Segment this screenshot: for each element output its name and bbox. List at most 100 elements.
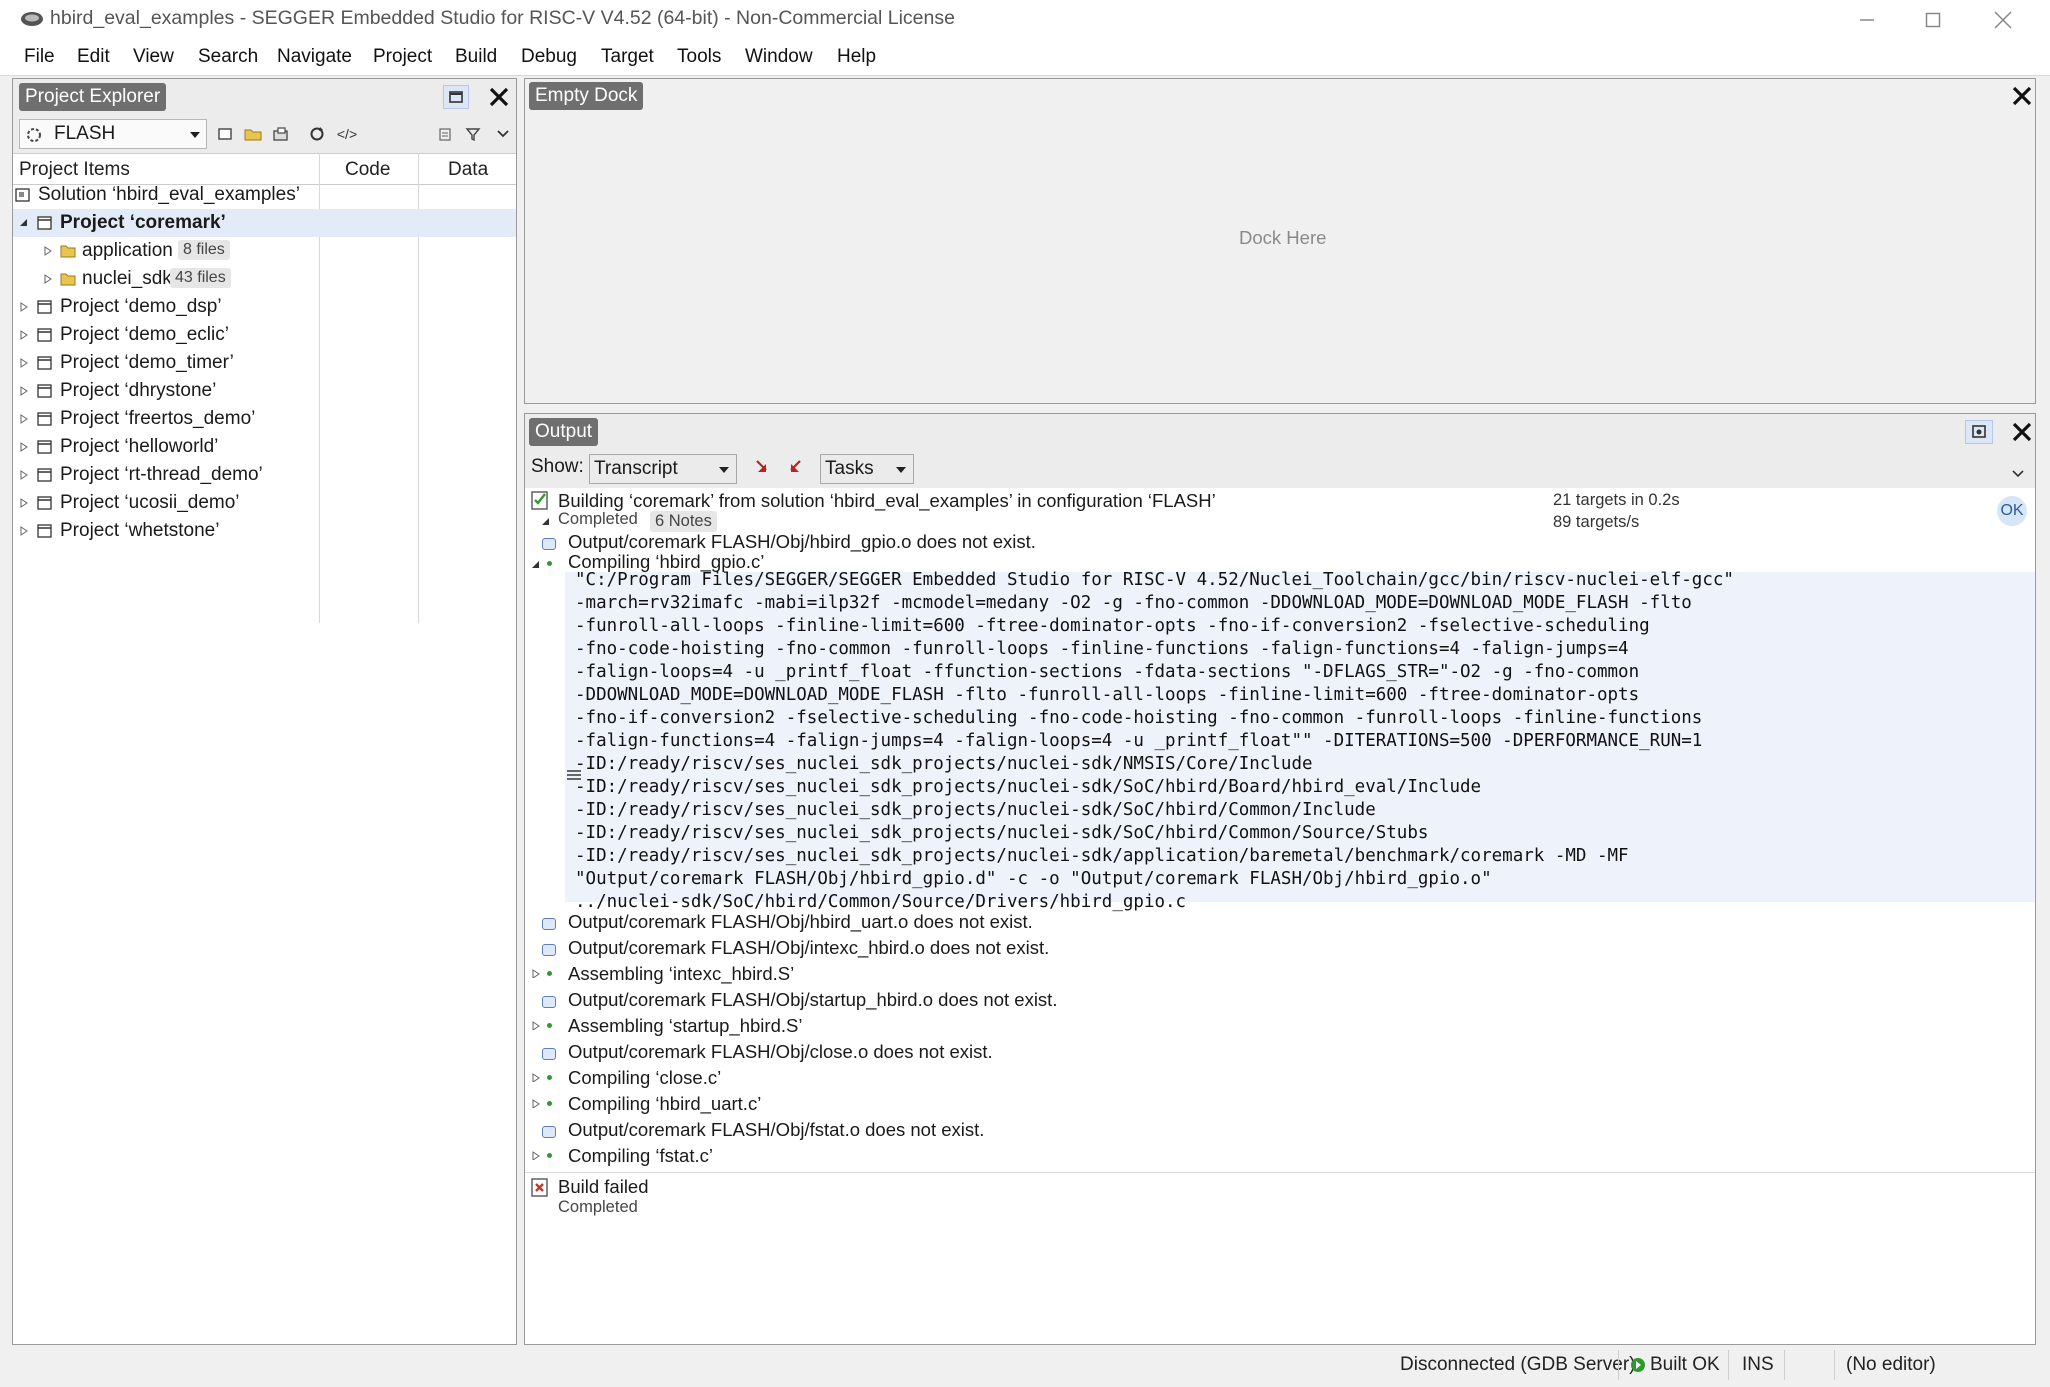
show-select[interactable]: Transcript xyxy=(589,454,737,484)
show-label: Show: xyxy=(531,456,584,477)
menu-bar: File Edit View Search Navigate Project B… xyxy=(0,40,2050,76)
transcript[interactable]: Building ‘coremark’ from solution ‘hbird… xyxy=(525,488,2035,1344)
step-message[interactable]: Assembling ‘startup_hbird.S’ xyxy=(568,1015,802,1037)
close-output-button[interactable] xyxy=(2012,422,2034,444)
previous-error-button[interactable] xyxy=(754,458,776,480)
output-panel: Output Show: Transcript Tasks Building ‘… xyxy=(524,413,2036,1345)
tree-row-project[interactable]: Project ‘dhrystone’ xyxy=(13,377,516,405)
maximize-button[interactable] xyxy=(1898,0,1968,40)
output-options-button[interactable] xyxy=(2011,462,2027,478)
project-label: Project ‘demo_dsp’ xyxy=(60,296,222,317)
menu-view[interactable]: View xyxy=(133,46,174,68)
build-status[interactable]: Built OK xyxy=(1650,1354,1720,1376)
tree-row-project[interactable]: Project ‘helloworld’ xyxy=(13,433,516,461)
step-status-icon xyxy=(547,1153,552,1158)
close-icon xyxy=(2012,422,2032,442)
step-message[interactable]: Assembling ‘intexc_hbird.S’ xyxy=(568,963,794,985)
column-code[interactable]: Code xyxy=(345,159,390,181)
window-icon xyxy=(449,91,463,103)
step-message[interactable]: Compiling ‘fstat.c’ xyxy=(568,1145,713,1167)
output-pin-button[interactable] xyxy=(1965,420,1993,444)
next-error-button[interactable] xyxy=(781,458,803,480)
step-message[interactable]: Compiling ‘close.c’ xyxy=(568,1067,721,1089)
step-status-icon xyxy=(547,1075,552,1080)
menu-project[interactable]: Project xyxy=(373,46,432,68)
output-title[interactable]: Output xyxy=(529,418,599,446)
refresh-button[interactable] xyxy=(305,122,329,146)
tree-row-project[interactable]: Project ‘freertos_demo’ xyxy=(13,405,516,433)
properties-icon xyxy=(439,128,451,141)
close-icon xyxy=(1994,11,2012,29)
note-message[interactable]: Output/coremark FLASH/Obj/hbird_gpio.o d… xyxy=(568,531,1036,553)
add-existing-icon xyxy=(273,127,288,141)
tree-row-project[interactable]: Project ‘ucosii_demo’ xyxy=(13,489,516,517)
menu-window[interactable]: Window xyxy=(745,46,813,68)
menu-edit[interactable]: Edit xyxy=(77,46,110,68)
code-view-icon: </> xyxy=(336,126,358,142)
filter-button[interactable] xyxy=(461,122,485,146)
tree-row-folder-nuclei-sdk[interactable]: nuclei_sdk 43 files xyxy=(13,265,516,293)
tree-row-project[interactable]: Project ‘rt-thread_demo’ xyxy=(13,461,516,489)
command-line: -march=rv32imafc -mabi=ilp32f -mcmodel=m… xyxy=(575,593,1692,613)
connection-status[interactable]: Disconnected (GDB Server) xyxy=(1400,1354,1635,1376)
expand-icon xyxy=(44,274,52,284)
close-explorer-button[interactable] xyxy=(489,87,511,109)
tasks-select[interactable]: Tasks xyxy=(820,454,914,484)
menu-debug[interactable]: Debug xyxy=(521,46,577,68)
project-label: Project ‘ucosii_demo’ xyxy=(60,492,240,513)
new-folder-button[interactable] xyxy=(241,122,265,146)
command-line: -ID:/ready/riscv/ses_nuclei_sdk_projects… xyxy=(575,823,1429,843)
status-divider xyxy=(1784,1350,1785,1380)
command-line: -ID:/ready/riscv/ses_nuclei_sdk_projects… xyxy=(575,800,1376,820)
filter-icon xyxy=(465,128,481,142)
menu-file[interactable]: File xyxy=(24,46,55,68)
note-message[interactable]: Output/coremark FLASH/Obj/intexc_hbird.o… xyxy=(568,937,1049,959)
note-message[interactable]: Output/coremark FLASH/Obj/startup_hbird.… xyxy=(568,989,1057,1011)
note-message[interactable]: Output/coremark FLASH/Obj/hbird_uart.o d… xyxy=(568,911,1033,933)
insert-mode[interactable]: INS xyxy=(1742,1354,1774,1376)
tree-row-project[interactable]: Project ‘demo_dsp’ xyxy=(13,293,516,321)
minimize-button[interactable] xyxy=(1832,0,1902,40)
column-data[interactable]: Data xyxy=(448,159,488,181)
explorer-menu-button[interactable] xyxy=(491,122,515,146)
project-icon xyxy=(37,356,52,370)
ok-status-badge[interactable]: OK xyxy=(1997,496,2027,526)
app-icon xyxy=(21,12,43,26)
expand-icon xyxy=(20,358,28,368)
menu-target[interactable]: Target xyxy=(601,46,654,68)
close-dock-button[interactable] xyxy=(2012,86,2034,108)
note-message[interactable]: Output/coremark FLASH/Obj/close.o does n… xyxy=(568,1041,993,1063)
tree-row-project[interactable]: Project ‘whetstone’ xyxy=(13,517,516,545)
menu-search[interactable]: Search xyxy=(198,46,258,68)
note-message[interactable]: Output/coremark FLASH/Obj/fstat.o does n… xyxy=(568,1119,984,1141)
dock-toggle-button[interactable] xyxy=(443,85,469,109)
tree-row-coremark[interactable]: Project ‘coremark’ xyxy=(13,209,516,237)
properties-button[interactable] xyxy=(433,122,457,146)
configuration-select[interactable]: FLASH xyxy=(19,119,207,149)
new-file-button[interactable] xyxy=(213,122,237,146)
folder-icon xyxy=(60,273,76,286)
close-window-button[interactable] xyxy=(1968,0,2038,40)
tree-row-project[interactable]: Project ‘demo_timer’ xyxy=(13,349,516,377)
output-header xyxy=(525,414,2035,450)
build-failed-heading[interactable]: Build failed xyxy=(558,1176,649,1198)
menu-help[interactable]: Help xyxy=(837,46,876,68)
add-existing-button[interactable] xyxy=(269,122,293,146)
collapse-icon xyxy=(532,561,539,568)
notes-badge[interactable]: 6 Notes xyxy=(650,511,717,532)
tree-row-project[interactable]: Project ‘demo_eclic’ xyxy=(13,321,516,349)
step-message[interactable]: Compiling ‘hbird_uart.c’ xyxy=(568,1093,761,1115)
project-explorer-panel: Project Explorer FLASH </> Project Items… xyxy=(12,78,517,1345)
code-view-button[interactable]: </> xyxy=(335,122,359,146)
command-line: "C:/Program Files/SEGGER/SEGGER Embedded… xyxy=(575,570,1734,590)
column-project-items[interactable]: Project Items xyxy=(19,159,130,181)
menu-navigate[interactable]: Navigate xyxy=(277,46,352,68)
project-label: Project ‘demo_eclic’ xyxy=(60,324,229,345)
tree-row-solution[interactable]: Solution ‘hbird_eval_examples’ xyxy=(13,181,516,209)
menu-tools[interactable]: Tools xyxy=(677,46,721,68)
project-explorer-title[interactable]: Project Explorer xyxy=(19,83,167,111)
menu-build[interactable]: Build xyxy=(455,46,497,68)
expand-icon xyxy=(20,330,28,340)
tree-row-folder-application[interactable]: application 8 files xyxy=(13,237,516,265)
empty-dock-title[interactable]: Empty Dock xyxy=(529,82,644,110)
